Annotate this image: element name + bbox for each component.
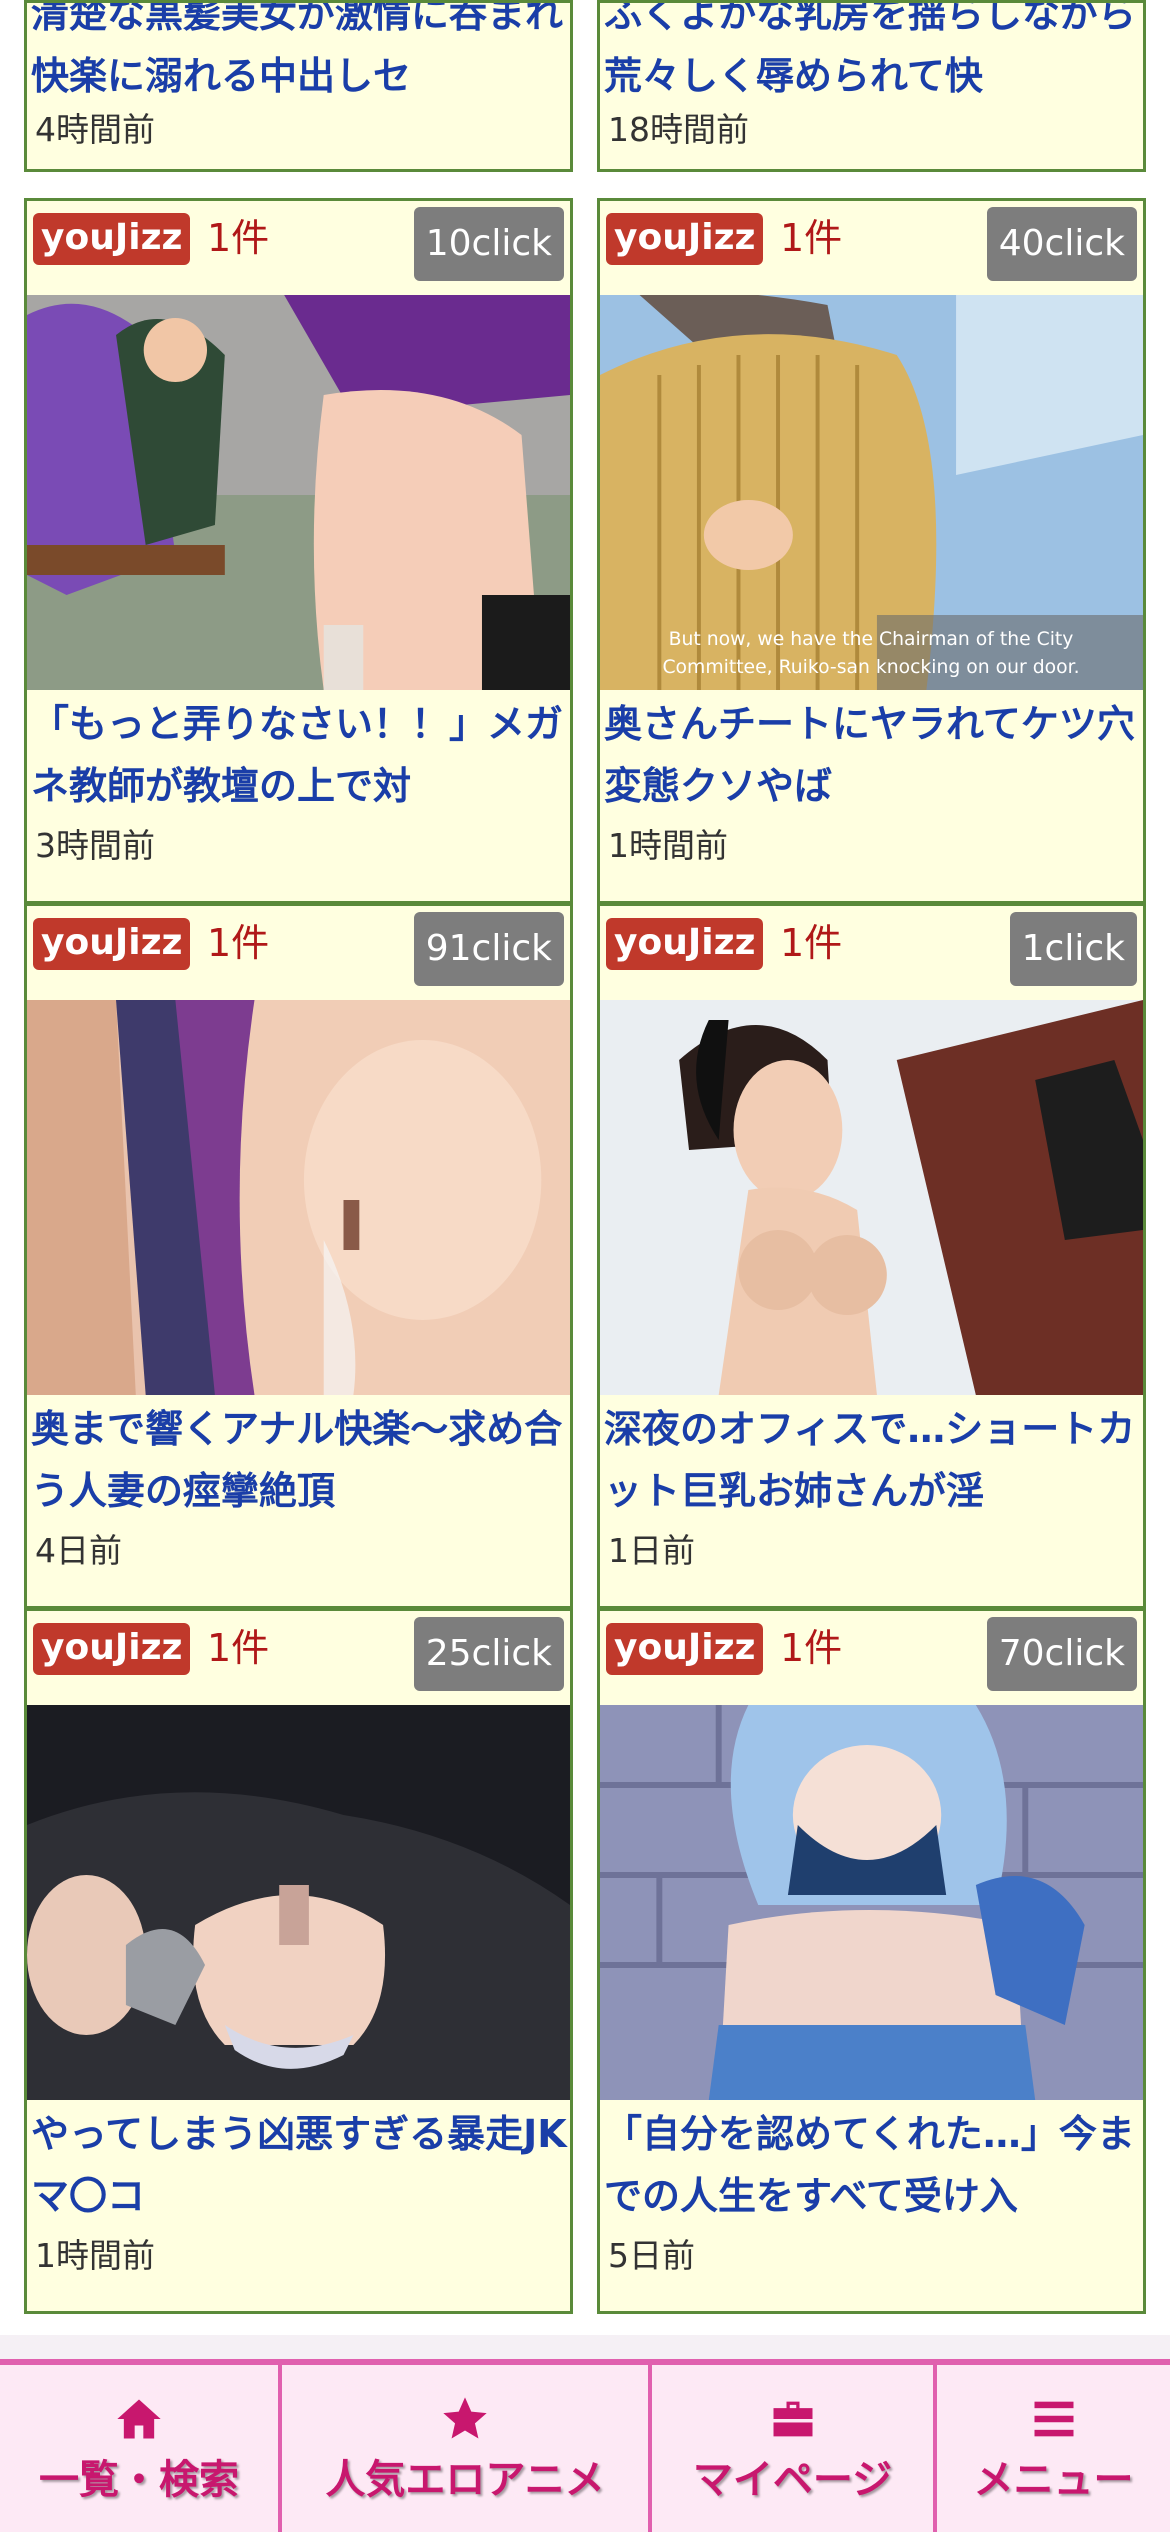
menu-icon (1034, 2401, 1073, 2436)
count-label: 1件 (207, 921, 270, 965)
video-title[interactable]: 奥さんチートにヤラれてケツ穴変態クソやば (604, 693, 1143, 817)
subtitle-line-2: Committee, Ruiko-san knocking on our doo… (662, 656, 1079, 678)
nav-item-list-search[interactable]: 一覧・検索 (0, 2365, 282, 2532)
video-thumbnail[interactable] (27, 295, 570, 690)
video-time: 1時間前 (35, 2236, 155, 2275)
home-icon (117, 2399, 161, 2438)
nav-divider (0, 2335, 1170, 2359)
video-card[interactable]: youJizz 1件 25click やってしまう凶悪すぎる暴走JKマ〇コ 1時… (24, 1608, 573, 2314)
video-thumbnail[interactable] (27, 1705, 570, 2100)
video-card[interactable]: 清楚な黒髪美女が激情に呑まれ快楽に溺れる中出しセ 4時間前 (24, 0, 573, 172)
card-header: youJizz 1件 10click (27, 201, 570, 295)
card-header: youJizz 1件 40click (600, 201, 1143, 295)
card-header: youJizz 1件 1click (600, 906, 1143, 1000)
count-label: 1件 (780, 1626, 843, 1670)
card-header: youJizz 1件 91click (27, 906, 570, 1000)
video-card[interactable]: youJizz 1件 70click 「自分を認めてくれた…」今までの人生をすべ… (597, 1608, 1146, 2314)
source-badge: youJizz (33, 1623, 191, 1675)
video-thumbnail[interactable] (600, 1000, 1143, 1395)
click-count-badge: 1click (1009, 912, 1137, 986)
click-count-badge: 91click (413, 912, 564, 986)
click-count-badge: 25click (413, 1617, 564, 1691)
video-card[interactable]: youJizz 1件 1click 深夜のオフィスで…ショートカット巨乳お姉さん… (597, 903, 1146, 1609)
nav-label: メニュー (973, 2456, 1134, 2503)
nav-item-menu[interactable]: メニュー (937, 2365, 1170, 2532)
video-time: 5日前 (608, 2236, 695, 2275)
video-card[interactable]: youJizz 1件 10click 「もっと弄りなさい！！」メガネ教師が教壇の… (24, 198, 573, 904)
briefcase-icon (773, 2401, 812, 2436)
card-header: youJizz 1件 25click (27, 1611, 570, 1705)
count-label: 1件 (780, 216, 843, 260)
video-time: 1日前 (608, 1531, 695, 1570)
video-time: 4日前 (35, 1531, 122, 1570)
video-title[interactable]: 奥まで響くアナル快楽〜求め合う人妻の痙攣絶頂 (31, 1398, 570, 1522)
click-count-badge: 70click (986, 1617, 1137, 1691)
source-badge: youJizz (606, 213, 764, 265)
nav-item-my-page[interactable]: マイページ (652, 2365, 937, 2532)
bottom-nav: 一覧・検索 人気エロアニメ マイページ メニュー (0, 2359, 1170, 2532)
source-badge: youJizz (606, 1623, 764, 1675)
click-count-badge: 10click (413, 207, 564, 281)
count-label: 1件 (207, 216, 270, 260)
nav-label: 一覧・検索 (39, 2456, 239, 2503)
click-count-badge: 40click (986, 207, 1137, 281)
count-label: 1件 (207, 1626, 270, 1670)
video-time: 3時間前 (35, 826, 155, 865)
video-title[interactable]: ふくよかな乳房を揺らしながら荒々しく辱められて快 (604, 3, 1143, 107)
card-header: youJizz 1件 70click (600, 1611, 1143, 1705)
video-title[interactable]: 清楚な黒髪美女が激情に呑まれ快楽に溺れる中出しセ (31, 3, 570, 107)
video-title[interactable]: やってしまう凶悪すぎる暴走JKマ〇コ (31, 2103, 570, 2227)
count-label: 1件 (780, 921, 843, 965)
video-card[interactable]: youJizz 1件 40click But now, we have the … (597, 198, 1146, 904)
video-time: 18時間前 (608, 110, 749, 149)
video-thumbnail[interactable] (27, 1000, 570, 1395)
video-thumbnail[interactable]: But now, we have the Chairman of the Cit… (600, 295, 1143, 690)
star-icon (443, 2396, 487, 2438)
nav-label: マイページ (692, 2456, 893, 2503)
source-badge: youJizz (33, 213, 191, 265)
video-title[interactable]: 「もっと弄りなさい！！」メガネ教師が教壇の上で対 (31, 693, 570, 817)
nav-item-popular-anime[interactable]: 人気エロアニメ (282, 2365, 652, 2532)
video-card[interactable]: ふくよかな乳房を揺らしながら荒々しく辱められて快 18時間前 (597, 0, 1146, 172)
source-badge: youJizz (606, 918, 764, 970)
video-time: 4時間前 (35, 110, 155, 149)
video-card[interactable]: youJizz 1件 91click 奥まで響くアナル快楽〜求め合う人妻の痙攣絶… (24, 903, 573, 1609)
video-time: 1時間前 (608, 826, 728, 865)
video-grid: 清楚な黒髪美女が激情に呑まれ快楽に溺れる中出しセ 4時間前 ふくよかな乳房を揺ら… (0, 0, 1170, 2320)
subtitle-line-1: But now, we have the Chairman of the Cit… (669, 628, 1074, 650)
video-title[interactable]: 深夜のオフィスで…ショートカット巨乳お姉さんが淫 (604, 1398, 1143, 1522)
nav-label: 人気エロアニメ (325, 2456, 605, 2503)
video-thumbnail[interactable] (600, 1705, 1143, 2100)
source-badge: youJizz (33, 918, 191, 970)
video-title[interactable]: 「自分を認めてくれた…」今までの人生をすべて受け入 (604, 2103, 1143, 2227)
